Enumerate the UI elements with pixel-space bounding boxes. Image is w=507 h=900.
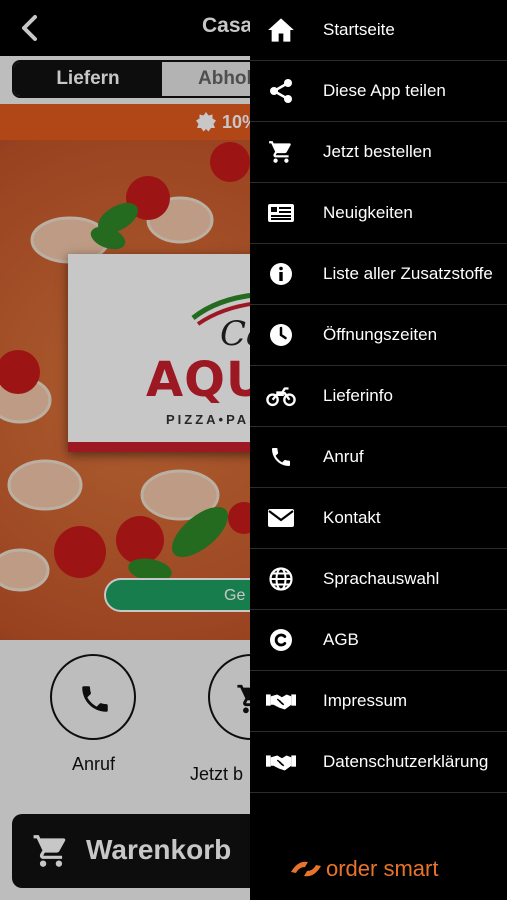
home-icon (266, 17, 296, 43)
menu-item-imprint[interactable]: Impressum (250, 671, 507, 732)
handshake-icon (266, 688, 296, 714)
menu-item-terms[interactable]: AGB (250, 610, 507, 671)
cart-icon (266, 139, 296, 165)
info-icon (266, 261, 296, 287)
globe-icon (266, 566, 296, 592)
menu-label: Datenschutzerklärung (323, 752, 489, 771)
menu-label: AGB (323, 630, 359, 649)
order-smart-mark-icon (291, 861, 321, 877)
menu-label: Startseite (323, 20, 395, 39)
menu-item-share[interactable]: Diese App teilen (250, 61, 507, 122)
menu-label: Kontakt (323, 508, 381, 527)
menu-item-language[interactable]: Sprachauswahl (250, 549, 507, 610)
menu-label: Impressum (323, 691, 408, 710)
menu-label: Öffnungszeiten (323, 325, 438, 344)
menu-label: Anruf (323, 447, 364, 466)
handshake-icon (266, 749, 296, 775)
menu-label: Neuigkeiten (323, 203, 413, 222)
navigation-drawer: Startseite Diese App teilen Jetzt bestel… (250, 0, 507, 900)
brand-text: order smart (326, 856, 439, 881)
menu-label: Liste aller Zusatzstoffe (323, 264, 493, 283)
share-icon (266, 78, 296, 104)
news-icon (266, 200, 296, 226)
menu-item-privacy[interactable]: Datenschutzerklärung (250, 732, 507, 793)
menu-item-contact[interactable]: Kontakt (250, 488, 507, 549)
menu-item-call[interactable]: Anruf (250, 427, 507, 488)
menu-item-additives[interactable]: Liste aller Zusatzstoffe (250, 244, 507, 305)
menu-label: Diese App teilen (323, 81, 446, 100)
phone-icon (266, 444, 296, 470)
menu-label: Jetzt bestellen (323, 142, 432, 161)
envelope-icon (266, 505, 296, 531)
motorbike-icon (266, 383, 296, 409)
menu-item-news[interactable]: Neuigkeiten (250, 183, 507, 244)
menu-item-opening-hours[interactable]: Öffnungszeiten (250, 305, 507, 366)
menu-item-startseite[interactable]: Startseite (250, 0, 507, 61)
clock-icon (266, 322, 296, 348)
copyright-icon (266, 627, 296, 653)
menu-item-order[interactable]: Jetzt bestellen (250, 122, 507, 183)
menu-label: Sprachauswahl (323, 569, 440, 588)
menu-label: Lieferinfo (323, 386, 393, 405)
menu-item-delivery-info[interactable]: Lieferinfo (250, 366, 507, 427)
